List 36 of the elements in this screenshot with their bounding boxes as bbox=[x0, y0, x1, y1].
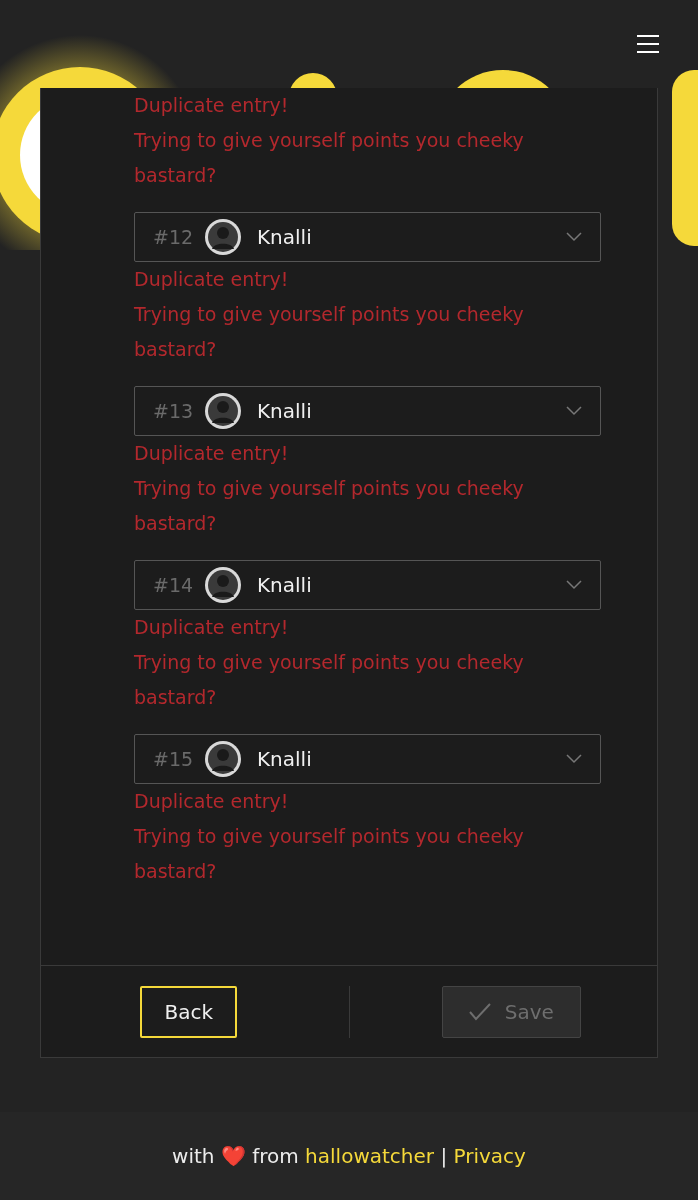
error-message: Trying to give yourself points you cheeky bastard? bbox=[134, 824, 525, 884]
error-message: Duplicate entry! bbox=[134, 789, 290, 814]
rank-number: #13 bbox=[153, 400, 195, 422]
avatar-icon bbox=[205, 219, 241, 255]
menu-icon[interactable] bbox=[637, 35, 659, 53]
back-button[interactable]: Back bbox=[140, 985, 238, 1038]
player-select[interactable]: #15 Knalli bbox=[134, 734, 601, 784]
player-name: Knalli bbox=[257, 399, 313, 423]
footer-link[interactable]: Privacy bbox=[453, 1144, 526, 1168]
error-message: Duplicate entry! bbox=[134, 93, 290, 118]
checkmark-icon bbox=[468, 1002, 491, 1021]
error-message: Trying to give yourself points you cheeky bastard? bbox=[134, 650, 525, 710]
error-message: Duplicate entry! bbox=[134, 441, 290, 466]
chevron-down-icon bbox=[566, 580, 582, 590]
chevron-down-icon bbox=[566, 754, 582, 764]
avatar-icon bbox=[205, 741, 241, 777]
rank-number: #12 bbox=[153, 226, 195, 248]
avatar-icon bbox=[205, 567, 241, 603]
player-select[interactable]: #13 Knalli bbox=[134, 386, 601, 436]
player-name: Knalli bbox=[257, 747, 313, 771]
error-message: Trying to give yourself points you cheeky bastard? bbox=[134, 476, 525, 536]
error-message: Duplicate entry! bbox=[134, 615, 290, 640]
rank-number: #15 bbox=[153, 748, 195, 770]
error-message: Duplicate entry! bbox=[134, 267, 290, 292]
error-message: Trying to give yourself points you cheeky bastard? bbox=[134, 302, 525, 362]
rank-number: #14 bbox=[153, 574, 195, 596]
footer-link[interactable]: hallowatcher bbox=[305, 1144, 435, 1168]
footer-text: with ❤ from hallowatcher | Privacy bbox=[172, 1144, 526, 1168]
error-message: Trying to give yourself points you cheeky bastard? bbox=[134, 128, 525, 188]
chevron-down-icon bbox=[566, 406, 582, 416]
avatar-icon bbox=[205, 393, 241, 429]
player-select[interactable]: #12 Knalli bbox=[134, 212, 601, 262]
player-select[interactable]: #14 Knalli bbox=[134, 560, 601, 610]
chevron-down-icon bbox=[566, 232, 582, 242]
player-name: Knalli bbox=[257, 573, 313, 597]
player-name: Knalli bbox=[257, 225, 313, 249]
